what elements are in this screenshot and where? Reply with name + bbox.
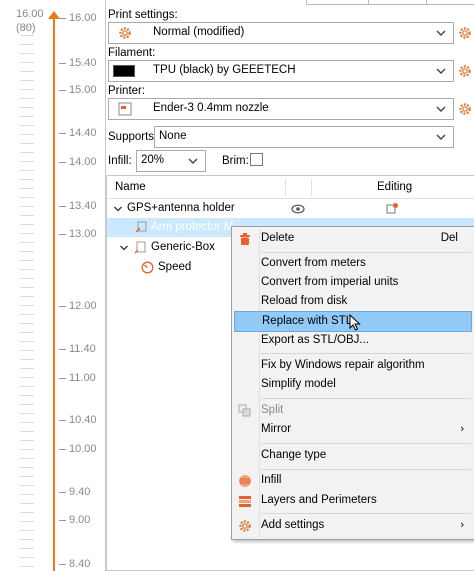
top-layer-label: (80) <box>16 22 36 34</box>
menu-item-delete[interactable]: Delete Del <box>234 229 472 250</box>
tick-label: 11.40 <box>59 343 96 355</box>
filament-combo[interactable]: TPU (black) by GEEETECH <box>108 60 454 82</box>
menu-separator <box>261 353 471 354</box>
chevron-down-icon[interactable] <box>435 131 447 143</box>
infill-combo[interactable]: 20% <box>136 150 206 172</box>
object-list-header: Name Editing <box>107 176 474 199</box>
infill-icon <box>239 475 251 487</box>
eye-icon[interactable] <box>291 204 305 214</box>
menu-item-convert-from-imperial[interactable]: Convert from imperial units <box>234 273 472 294</box>
menu-item-split: Split <box>234 401 472 422</box>
menu-item-reload-from-disk[interactable]: Reload from disk <box>234 292 472 313</box>
context-menu: Delete Del Convert from meters Convert f… <box>231 226 474 540</box>
tick-label: 16.00 <box>59 12 97 24</box>
menu-item-layers-perimeters[interactable]: Layers and Perimeters <box>234 491 472 512</box>
print-settings-gear-icon[interactable] <box>458 26 472 40</box>
printer-label: Printer: <box>108 85 146 97</box>
layers-icon <box>239 496 251 507</box>
brim-label: Brim: <box>222 155 249 167</box>
menu-item-simplify-model[interactable]: Simplify model <box>234 375 472 396</box>
chevron-down-icon[interactable] <box>113 204 123 214</box>
tick-label: 9.00 <box>59 514 90 526</box>
mouse-cursor-icon <box>349 314 361 331</box>
chevron-down-icon[interactable] <box>435 27 447 39</box>
tick-label: 13.40 <box>59 200 97 212</box>
gear-icon <box>119 27 131 39</box>
trash-icon <box>240 233 250 245</box>
shortcut-label: Del <box>440 232 458 244</box>
supports-label: Supports: <box>108 131 158 143</box>
list-item-setting[interactable]: Speed <box>158 261 191 273</box>
tick-label: 14.40 <box>59 127 97 139</box>
menu-item-infill[interactable]: Infill <box>234 471 472 492</box>
list-item-object[interactable]: GPS+antenna holder <box>127 202 235 214</box>
tick-label: 11.00 <box>59 372 96 384</box>
supports-combo[interactable]: None <box>154 126 454 148</box>
menu-item-export-as-stl[interactable]: Export as STL/OBJ... <box>234 331 472 352</box>
printer-combo[interactable]: Ender-3 0.4mm nozzle <box>108 98 454 120</box>
infill-value: 20% <box>141 154 165 166</box>
printer-icon <box>118 102 132 116</box>
menu-separator <box>261 252 471 253</box>
edit-object-icon[interactable] <box>386 202 399 215</box>
tick-label: 10.40 <box>59 414 97 426</box>
chevron-right-icon: › <box>460 519 464 531</box>
slider-track[interactable] <box>53 14 55 571</box>
chevron-down-icon[interactable] <box>119 243 129 253</box>
menu-separator <box>261 513 471 514</box>
filament-value: TPU (black) by GEEETECH <box>153 64 296 76</box>
column-header-name[interactable]: Name <box>115 181 146 193</box>
tick-label: 15.00 <box>59 84 97 96</box>
menu-item-convert-from-meters[interactable]: Convert from meters <box>234 254 472 275</box>
list-item-part[interactable]: Arm protector M... <box>151 221 243 233</box>
menu-separator <box>261 443 471 444</box>
printer-value: Ender-3 0.4mm nozzle <box>153 102 269 114</box>
print-settings-label: Print settings: <box>108 9 178 21</box>
chevron-down-icon[interactable] <box>435 65 447 77</box>
chevron-right-icon: › <box>460 423 464 435</box>
menu-separator <box>261 398 471 399</box>
infill-label: Infill: <box>108 155 132 167</box>
column-header-editing[interactable]: Editing <box>377 181 412 193</box>
menu-item-add-settings[interactable]: Add settings › <box>234 516 472 537</box>
brim-checkbox[interactable] <box>250 153 263 166</box>
tick-label: 12.00 <box>59 300 97 312</box>
menu-separator <box>261 469 471 470</box>
top-height-label: 16.00 <box>16 8 44 20</box>
tick-label: 15.40 <box>59 57 97 69</box>
tab-strip <box>306 0 474 5</box>
object-icon <box>134 241 146 254</box>
tick-label: 13.00 <box>59 228 97 240</box>
ruler-dashes <box>20 26 50 571</box>
tick-label: 14.00 <box>59 156 97 168</box>
print-settings-combo[interactable]: Normal (modified) <box>108 22 454 44</box>
layer-slider[interactable]: 16.00 (80) 16.00 15.40 15.00 14.40 14.00… <box>0 0 106 571</box>
filament-label: Filament: <box>108 47 156 59</box>
menu-item-change-type[interactable]: Change type <box>234 446 472 467</box>
gear-icon <box>239 520 251 532</box>
filament-gear-icon[interactable] <box>458 64 472 78</box>
speed-icon <box>141 261 154 274</box>
menu-item-mirror[interactable]: Mirror › <box>234 420 472 441</box>
chevron-down-icon[interactable] <box>187 155 199 167</box>
menu-item-replace-with-stl[interactable]: Replace with STL <box>234 311 472 332</box>
menu-item-fix-windows-repair[interactable]: Fix by Windows repair algorithm <box>234 356 472 377</box>
print-settings-value: Normal (modified) <box>153 26 245 38</box>
split-icon <box>238 404 251 417</box>
chevron-down-icon[interactable] <box>435 103 447 115</box>
part-icon <box>135 221 147 233</box>
supports-value: None <box>159 130 187 142</box>
list-item-object[interactable]: Generic-Box <box>151 241 215 253</box>
filament-color-swatch[interactable] <box>113 65 135 77</box>
tick-label: 8.40 <box>59 558 90 570</box>
printer-gear-icon[interactable] <box>458 102 472 116</box>
tick-label: 10.00 <box>59 443 97 455</box>
tick-label: 9.40 <box>59 486 90 498</box>
